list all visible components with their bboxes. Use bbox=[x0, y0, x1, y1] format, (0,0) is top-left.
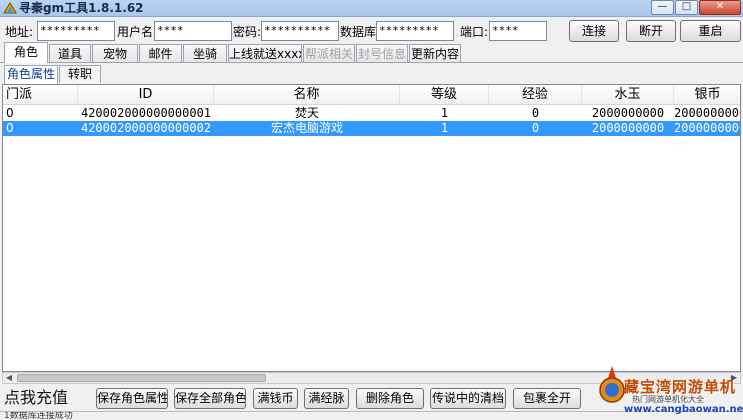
tab-mounts[interactable]: 坐骑 bbox=[183, 44, 227, 63]
password-label: 密码: bbox=[233, 25, 262, 39]
cell-faction: 0 bbox=[6, 106, 14, 120]
save-role-attributes-button[interactable]: 保存角色属性 bbox=[96, 388, 168, 409]
cell-silver: 2000000000 bbox=[674, 121, 741, 135]
column-header-id[interactable]: ID bbox=[78, 85, 214, 105]
role-table[interactable]: 门派 ID 名称 等级 经验 水玉 银币 0 42000200000000000… bbox=[2, 84, 741, 372]
subtab-class-change[interactable]: 转职 bbox=[59, 65, 101, 83]
status-bar: 1数据库连接成功 bbox=[0, 411, 743, 420]
cell-level: 1 bbox=[440, 121, 449, 135]
tab-role[interactable]: 角色 bbox=[4, 42, 48, 63]
cell-level: 1 bbox=[440, 106, 449, 120]
tab-divider bbox=[0, 62, 743, 63]
cell-silver: 2000000000 bbox=[674, 106, 741, 120]
bag-all-open-button[interactable]: 包裹全开 bbox=[513, 388, 581, 409]
cell-faction: 0 bbox=[6, 121, 14, 135]
column-header-exp[interactable]: 经验 bbox=[489, 85, 582, 105]
database-label: 数据库: bbox=[340, 25, 381, 39]
database-input[interactable]: ********* bbox=[376, 21, 454, 41]
column-header-name[interactable]: 名称 bbox=[214, 85, 400, 105]
close-button[interactable]: ✕ bbox=[699, 0, 741, 15]
address-input[interactable]: ********* bbox=[37, 21, 115, 41]
column-header-level[interactable]: 等级 bbox=[400, 85, 489, 105]
port-label: 端口: bbox=[460, 25, 489, 39]
cell-exp: 0 bbox=[531, 106, 540, 120]
app-logo-icon bbox=[3, 2, 17, 14]
minimize-button[interactable]: — bbox=[651, 0, 674, 15]
delete-role-button[interactable]: 删除角色 bbox=[356, 388, 424, 409]
cell-name: 宏杰电脑游戏 bbox=[270, 121, 343, 135]
max-money-button[interactable]: 满钱币 bbox=[253, 388, 298, 409]
title-bar: 寻秦gm工具1.8.1.62 — □ ✕ bbox=[0, 0, 743, 17]
horizontal-scrollbar[interactable]: ◀ ▶ bbox=[2, 372, 741, 384]
save-all-roles-button[interactable]: 保存全部角色 bbox=[174, 388, 246, 409]
tab-pets[interactable]: 宠物 bbox=[92, 44, 138, 63]
cell-jade: 2000000000 bbox=[591, 121, 665, 135]
connect-button[interactable]: 连接 bbox=[569, 20, 619, 42]
scroll-thumb[interactable] bbox=[17, 374, 266, 382]
tab-login-gift[interactable]: 上线就送xxxx bbox=[228, 44, 302, 63]
tab-ban-info[interactable]: 封号信息 bbox=[356, 44, 408, 63]
cell-id: 420002000000000002 bbox=[80, 121, 212, 135]
window-title: 寻秦gm工具1.8.1.62 bbox=[19, 1, 144, 15]
column-header-silver[interactable]: 银币 bbox=[674, 85, 740, 105]
column-header-jade[interactable]: 水玉 bbox=[582, 85, 674, 105]
table-row[interactable]: 0 420002000000000001 焚天 1 0 2000000000 2… bbox=[3, 106, 740, 121]
port-input[interactable]: **** bbox=[489, 21, 547, 41]
cell-jade: 2000000000 bbox=[591, 106, 665, 120]
scroll-left-icon[interactable]: ◀ bbox=[3, 373, 15, 383]
table-row-selected[interactable]: 0 420002000000000002 宏杰电脑游戏 1 0 20000000… bbox=[3, 121, 740, 136]
maximize-button[interactable]: □ bbox=[675, 0, 698, 15]
legend-wipe-button[interactable]: 传说中的清档 bbox=[430, 388, 506, 409]
cell-name: 焚天 bbox=[294, 106, 319, 120]
tab-mail[interactable]: 邮件 bbox=[139, 44, 182, 63]
username-input[interactable]: **** bbox=[154, 21, 232, 41]
scroll-right-icon[interactable]: ▶ bbox=[728, 373, 740, 383]
column-header-faction[interactable]: 门派 bbox=[3, 85, 78, 105]
recharge-link[interactable]: 点我充值 bbox=[4, 387, 92, 409]
table-header: 门派 ID 名称 等级 经验 水玉 银币 bbox=[3, 85, 740, 105]
cell-exp: 0 bbox=[531, 121, 540, 135]
restart-button[interactable]: 重启 bbox=[680, 20, 741, 42]
tab-guild[interactable]: 帮派相关 bbox=[303, 44, 355, 63]
disconnect-button[interactable]: 断开 bbox=[626, 20, 676, 42]
cell-id: 420002000000000001 bbox=[80, 106, 212, 120]
address-label: 地址: bbox=[5, 25, 34, 39]
username-label: 用户名: bbox=[117, 25, 158, 39]
tab-update-log[interactable]: 更新内容 bbox=[409, 44, 461, 63]
tab-items[interactable]: 道具 bbox=[49, 44, 91, 63]
watermark-subtitle: 热门网游单机化大全 bbox=[632, 395, 704, 404]
password-input[interactable]: ********** bbox=[261, 21, 339, 41]
max-meridian-button[interactable]: 满经脉 bbox=[304, 388, 349, 409]
subtab-role-attributes[interactable]: 角色属性 bbox=[4, 65, 58, 84]
